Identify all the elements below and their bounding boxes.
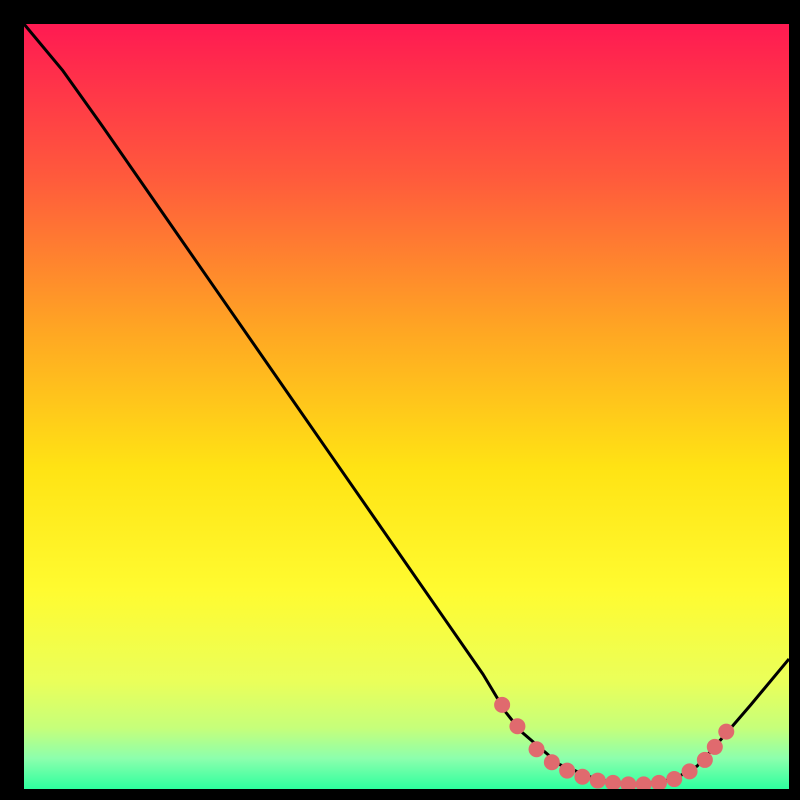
data-marker xyxy=(574,769,590,785)
data-marker xyxy=(682,763,698,779)
data-marker xyxy=(666,771,682,787)
chart-background xyxy=(24,24,789,789)
bottleneck-chart xyxy=(0,0,800,800)
data-marker xyxy=(651,775,667,791)
data-marker xyxy=(590,773,606,789)
data-marker xyxy=(707,739,723,755)
data-marker xyxy=(494,697,510,713)
data-marker xyxy=(509,718,525,734)
data-marker xyxy=(544,754,560,770)
data-marker xyxy=(559,763,575,779)
data-marker xyxy=(529,741,545,757)
chart-container: TheBottleneck.com xyxy=(0,0,800,800)
data-marker xyxy=(697,752,713,768)
data-marker xyxy=(718,724,734,740)
data-marker xyxy=(605,775,621,791)
